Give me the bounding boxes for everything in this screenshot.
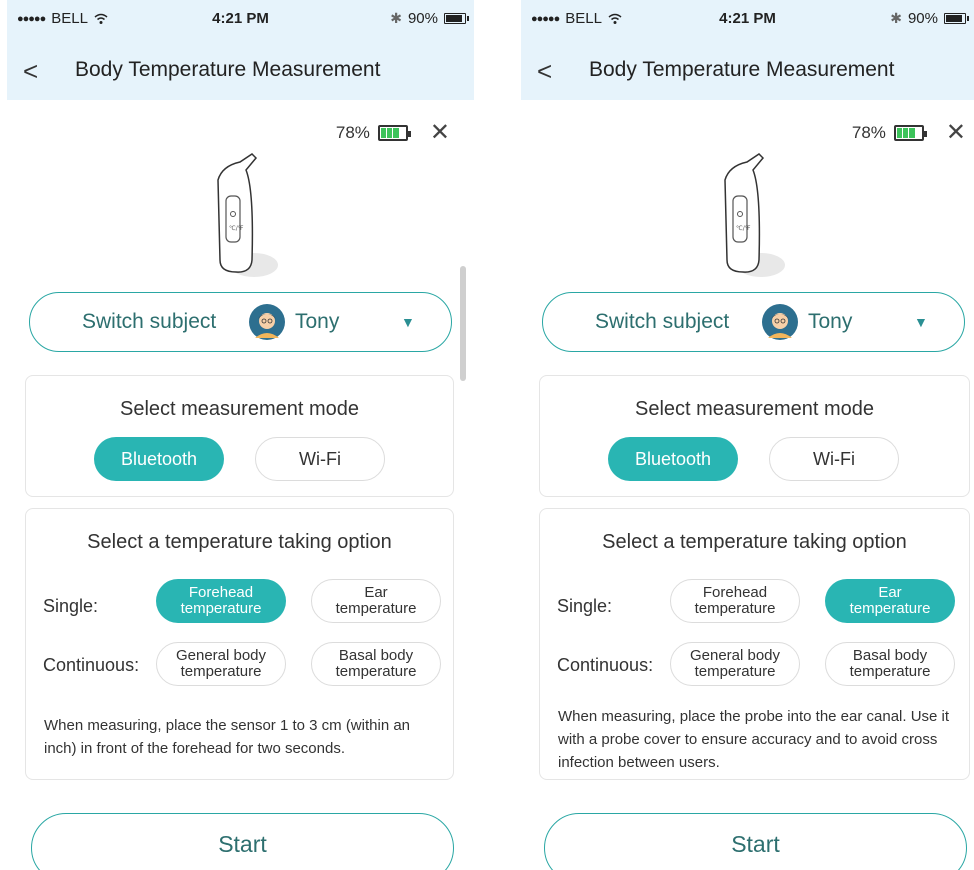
device-status: 78% ✕ — [336, 118, 450, 147]
close-icon[interactable]: ✕ — [430, 118, 450, 147]
measurement-mode-title: Select measurement mode — [634, 398, 874, 420]
start-button[interactable]: Start — [31, 813, 454, 870]
svg-text:℃/℉: ℃/℉ — [736, 225, 751, 232]
forehead-temperature-option[interactable]: Forehead temperature — [670, 579, 800, 623]
temperature-option-card: Select a temperature taking option Singl… — [539, 508, 970, 780]
ear-temperature-option[interactable]: Ear temperature — [311, 579, 441, 623]
page-title: Body Temperature Measurement — [75, 58, 381, 81]
thermometer-device-image: ℃/℉ — [723, 153, 785, 277]
temperature-option-title: Select a temperature taking option — [87, 531, 392, 553]
measurement-mode-card: Select measurement mode Bluetooth Wi-Fi — [25, 375, 454, 497]
measurement-instructions: When measuring, place the sensor 1 to 3 … — [44, 717, 411, 757]
back-button[interactable]: < — [537, 56, 552, 87]
forehead-temperature-option[interactable]: Forehead temperature — [156, 579, 286, 623]
chevron-down-icon: ▼ — [914, 314, 928, 330]
switch-subject-button[interactable]: Switch subject Tony ▼ — [29, 292, 452, 352]
switch-subject-label: Switch subject — [595, 310, 730, 333]
phone-battery-percent: 90% — [407, 10, 438, 27]
device-status: 78% ✕ — [852, 118, 966, 147]
avatar — [249, 304, 285, 340]
device-battery-percent: 78% — [335, 122, 370, 142]
bluetooth-mode-button[interactable]: Bluetooth — [94, 437, 224, 481]
status-bar: ●●●●● BELL 4:21 PM ✱ 90% — [7, 0, 474, 42]
general-body-temperature-option[interactable]: General body temperature — [156, 642, 286, 686]
basal-body-temperature-option[interactable]: Basal body temperature — [311, 642, 441, 686]
page-title: Body Temperature Measurement — [589, 58, 895, 81]
close-icon[interactable]: ✕ — [946, 118, 966, 147]
switch-subject-label: Switch subject — [82, 310, 217, 333]
continuous-label: Continuous: — [557, 655, 654, 675]
wifi-mode-button[interactable]: Wi-Fi — [255, 437, 385, 481]
device-battery-icon — [377, 124, 411, 141]
general-body-temperature-option[interactable]: General body temperature — [670, 642, 800, 686]
device-battery-percent: 78% — [851, 122, 886, 142]
temperature-option-title: Select a temperature taking option — [602, 531, 907, 553]
device-battery-icon — [893, 124, 927, 141]
bluetooth-mode-button[interactable]: Bluetooth — [608, 437, 738, 481]
svg-text:℃/℉: ℃/℉ — [229, 225, 244, 232]
continuous-label: Continuous: — [43, 655, 140, 675]
phone-battery-icon — [944, 13, 969, 24]
subject-name: Tony — [808, 310, 853, 333]
bluetooth-icon: ✱ — [890, 10, 902, 26]
back-button[interactable]: < — [23, 56, 38, 87]
measurement-mode-title: Select measurement mode — [119, 398, 359, 420]
avatar — [762, 304, 798, 340]
phone-screen-forehead: ●●●●● BELL 4:21 PM ✱ 90% < Body Temperat… — [7, 0, 474, 870]
start-button[interactable]: Start — [544, 813, 967, 870]
chevron-down-icon: ▼ — [401, 314, 415, 330]
nav-bar: < Body Temperature Measurement — [7, 42, 474, 100]
basal-body-temperature-option[interactable]: Basal body temperature — [825, 642, 955, 686]
phone-battery-icon — [444, 13, 469, 24]
phone-screen-ear: ●●●●● BELL 4:21 PM ✱ 90% < Body Temperat… — [521, 0, 974, 870]
measurement-mode-card: Select measurement mode Bluetooth Wi-Fi — [539, 375, 970, 497]
switch-subject-button[interactable]: Switch subject Tony ▼ — [542, 292, 965, 352]
ear-temperature-option[interactable]: Ear temperature — [825, 579, 955, 623]
thermometer-device-image: ℃/℉ — [216, 153, 278, 277]
wifi-mode-button[interactable]: Wi-Fi — [769, 437, 899, 481]
status-bar: ●●●●● BELL 4:21 PM ✱ 90% — [521, 0, 974, 42]
scrollbar[interactable] — [460, 266, 466, 381]
single-label: Single: — [43, 596, 99, 616]
measurement-instructions: When measuring, place the probe into the… — [558, 708, 950, 771]
bluetooth-icon: ✱ — [390, 10, 402, 26]
subject-name: Tony — [295, 310, 340, 333]
phone-battery-percent: 90% — [907, 10, 938, 27]
nav-bar: < Body Temperature Measurement — [521, 42, 974, 100]
single-label: Single: — [557, 596, 613, 616]
temperature-option-card: Select a temperature taking option Singl… — [25, 508, 454, 780]
